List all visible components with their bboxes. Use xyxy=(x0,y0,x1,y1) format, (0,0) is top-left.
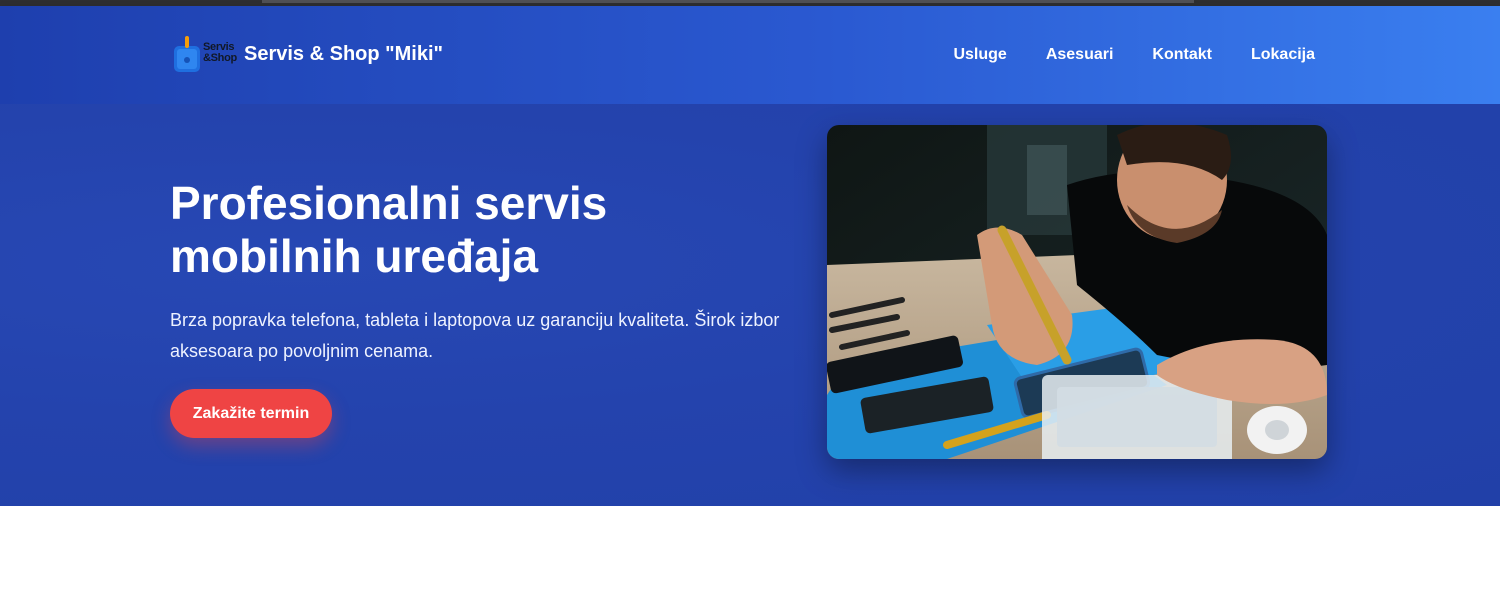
nav-link-usluge[interactable]: Usluge xyxy=(953,46,1006,64)
hero-description: Brza popravka telefona, tableta i laptop… xyxy=(170,310,780,361)
brand[interactable]: Servis &Shop Servis & Shop "Miki" xyxy=(170,30,443,78)
hero-title: Profesionalni servis mobilnih uređaja xyxy=(170,177,608,282)
logo[interactable]: Servis &Shop xyxy=(170,30,242,78)
logo-text: Servis &Shop xyxy=(203,41,237,64)
technician-repair-illustration xyxy=(827,125,1327,459)
nav-link-lokacija[interactable]: Lokacija xyxy=(1251,46,1315,64)
hero-section: Profesionalni servis mobilnih uređaja Br… xyxy=(0,104,1500,506)
scrollbar-thumb[interactable] xyxy=(262,0,1194,3)
site-header: Servis &Shop Servis & Shop "Miki" Usluge… xyxy=(0,6,1500,104)
book-appointment-button[interactable]: Zakažite termin xyxy=(170,389,332,438)
nav-link-kontakt[interactable]: Kontakt xyxy=(1152,46,1212,64)
nav-link-asesuari[interactable]: Asesuari xyxy=(1046,46,1114,64)
main-nav: Usluge Asesuari Kontakt Lokacija xyxy=(953,46,1315,64)
hero-image xyxy=(827,125,1327,459)
brand-name[interactable]: Servis & Shop "Miki" xyxy=(244,43,443,66)
